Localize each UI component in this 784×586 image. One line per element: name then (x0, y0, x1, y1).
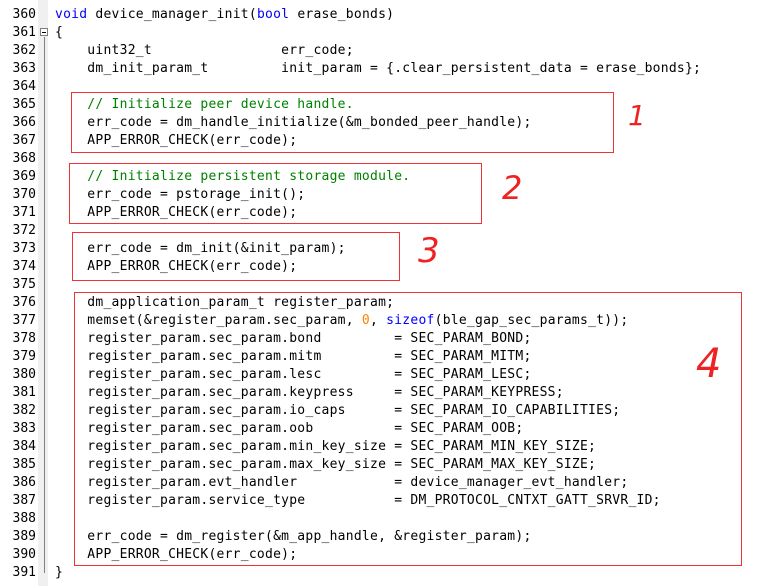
annotation-box-3 (72, 232, 400, 281)
line-number: 371 (12, 205, 36, 220)
line-number: 386 (12, 475, 36, 490)
line-number: 383 (12, 421, 36, 436)
line-number: 385 (12, 457, 36, 472)
code-editor[interactable]: 360 void device_manager_init(bool erase_b… (0, 0, 784, 586)
line-number: 377 (12, 313, 36, 328)
code-line[interactable]: 391} (0, 564, 784, 582)
line-number: 369 (12, 169, 36, 184)
line-number: 389 (12, 529, 36, 544)
line-number: 364 (12, 79, 36, 94)
line-number: 360 (12, 7, 36, 22)
code-text: { (55, 24, 63, 42)
keyword-token: bool (256, 7, 290, 22)
line-number: 376 (12, 295, 36, 310)
line-number: 391 (12, 565, 36, 580)
line-number: 375 (12, 277, 36, 292)
line-number: 365 (12, 97, 36, 112)
line-number: 373 (12, 241, 36, 256)
line-number: 387 (12, 493, 36, 508)
code-text: dm_init_param_t init_param = {.clear_per… (55, 60, 701, 78)
annotation-box-2 (69, 163, 482, 224)
keyword-token: void (55, 7, 88, 22)
line-number: 372 (12, 223, 36, 238)
code-line[interactable]: 361 { (0, 24, 784, 42)
annotation-mark-4: 4 (696, 341, 722, 387)
line-number: 382 (12, 403, 36, 418)
code-token: dm_init_param_t init_param = {.clear_per… (55, 61, 702, 76)
code-token: { (55, 25, 64, 40)
line-number: 361 (12, 25, 36, 40)
code-text: } (55, 564, 63, 582)
annotation-box-4 (74, 292, 742, 566)
annotation-mark-1: 1 (628, 99, 646, 132)
line-number: 390 (12, 547, 36, 562)
code-text: void device_manager_init(bool erase_bond… (55, 6, 394, 24)
code-token: uint32_t err_code; (55, 43, 354, 58)
line-number: 374 (12, 259, 36, 274)
line-number: 379 (12, 349, 36, 364)
code-line[interactable]: 363 dm_init_param_t init_param = {.clear… (0, 60, 784, 78)
code-token: } (55, 565, 64, 580)
code-line[interactable]: 360 void device_manager_init(bool erase_b… (0, 6, 784, 24)
line-number: 380 (12, 367, 36, 382)
annotation-mark-3: 3 (418, 231, 440, 271)
line-number: 366 (12, 115, 36, 130)
code-line[interactable]: 362 uint32_t err_code; (0, 42, 784, 60)
line-number: 388 (12, 511, 36, 526)
line-number: 367 (12, 133, 36, 148)
code-token: device_manager_init( (87, 7, 257, 22)
line-number: 362 (12, 43, 36, 58)
fold-guide-line (44, 37, 45, 573)
annotation-mark-2: 2 (502, 169, 523, 207)
annotation-box-1 (71, 92, 614, 153)
line-number: 368 (12, 151, 36, 166)
line-number: 381 (12, 385, 36, 400)
fold-minus-icon[interactable] (40, 28, 48, 36)
line-number: 378 (12, 331, 36, 346)
line-number: 370 (12, 187, 36, 202)
line-number: 363 (12, 61, 36, 76)
code-token: erase_bonds) (289, 7, 395, 22)
line-number: 384 (12, 439, 36, 454)
code-text: uint32_t err_code; (55, 42, 354, 60)
